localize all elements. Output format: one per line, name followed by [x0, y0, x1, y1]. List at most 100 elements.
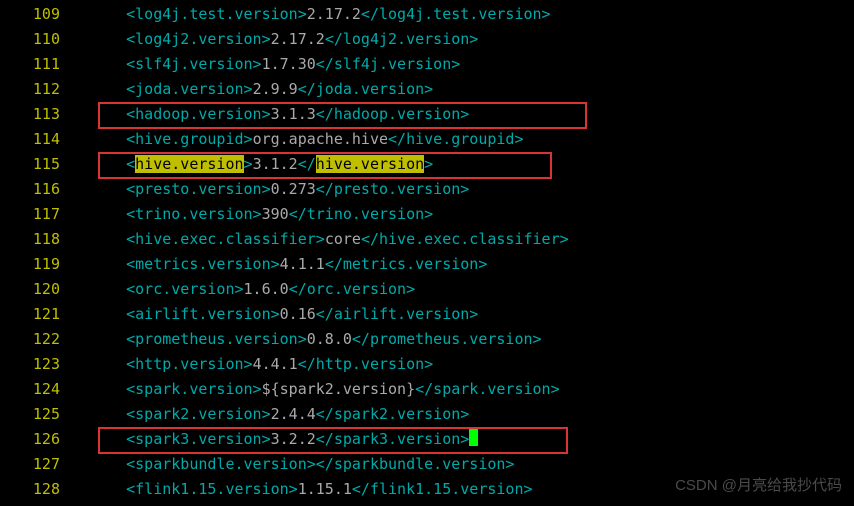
- xml-text: 4.1.1: [280, 255, 325, 273]
- code-content: <hive.exec.classifier>core</hive.exec.cl…: [90, 227, 569, 252]
- code-content: <airlift.version>0.16</airlift.version>: [90, 302, 478, 327]
- xml-tag: </spark2.version>: [316, 405, 470, 423]
- code-content: <log4j2.version>2.17.2</log4j2.version>: [90, 27, 478, 52]
- line-number: 120: [0, 277, 90, 302]
- xml-text: core: [325, 230, 361, 248]
- code-line: 119 <metrics.version>4.1.1</metrics.vers…: [0, 252, 854, 277]
- xml-text: 3.1.3: [271, 105, 316, 123]
- xml-text: 2.17.2: [307, 5, 361, 23]
- code-line: 110 <log4j2.version>2.17.2</log4j2.versi…: [0, 27, 854, 52]
- line-number: 127: [0, 452, 90, 477]
- line-number: 125: [0, 402, 90, 427]
- xml-text: 3.2.2: [271, 430, 316, 448]
- xml-tag: <: [90, 155, 135, 173]
- cursor: [469, 428, 478, 446]
- line-number: 109: [0, 2, 90, 27]
- code-content: <hadoop.version>3.1.3</hadoop.version>: [90, 102, 469, 127]
- xml-text: 0.16: [280, 305, 316, 323]
- xml-tag: </flink1.15.version>: [352, 480, 533, 498]
- code-line: 112 <joda.version>2.9.9</joda.version>: [0, 77, 854, 102]
- xml-text: 2.17.2: [271, 30, 325, 48]
- xml-tag: <spark.version>: [90, 380, 262, 398]
- xml-tag: <spark2.version>: [90, 405, 271, 423]
- xml-tag: </log4j2.version>: [325, 30, 479, 48]
- xml-tag: <airlift.version>: [90, 305, 280, 323]
- xml-tag: <metrics.version>: [90, 255, 280, 273]
- code-content: <hive.groupid>org.apache.hive</hive.grou…: [90, 127, 524, 152]
- xml-text: 4.4.1: [253, 355, 298, 373]
- code-line: 123 <http.version>4.4.1</http.version>: [0, 352, 854, 377]
- code-editor: 109 <log4j.test.version>2.17.2</log4j.te…: [0, 0, 854, 502]
- code-line: 111 <slf4j.version>1.7.30</slf4j.version…: [0, 52, 854, 77]
- code-content: <log4j.test.version>2.17.2</log4j.test.v…: [90, 2, 551, 27]
- xml-tag: </joda.version>: [298, 80, 433, 98]
- xml-tag: <log4j2.version>: [90, 30, 271, 48]
- code-content: <sparkbundle.version></sparkbundle.versi…: [90, 452, 514, 477]
- line-number: 117: [0, 202, 90, 227]
- line-number: 116: [0, 177, 90, 202]
- code-line: 117 <trino.version>390</trino.version>: [0, 202, 854, 227]
- xml-tag: <spark3.version>: [90, 430, 271, 448]
- xml-tag: <log4j.test.version>: [90, 5, 307, 23]
- code-line: 120 <orc.version>1.6.0</orc.version>: [0, 277, 854, 302]
- watermark: CSDN @月亮给我抄代码: [675, 473, 842, 498]
- xml-tag: <slf4j.version>: [90, 55, 262, 73]
- xml-tag: </spark3.version>: [316, 430, 470, 448]
- line-number: 126: [0, 427, 90, 452]
- line-number: 121: [0, 302, 90, 327]
- xml-tag: </metrics.version>: [325, 255, 488, 273]
- code-content: <joda.version>2.9.9</joda.version>: [90, 77, 433, 102]
- xml-tag: >: [244, 155, 253, 173]
- xml-tag: </hadoop.version>: [316, 105, 470, 123]
- code-content: <http.version>4.4.1</http.version>: [90, 352, 433, 377]
- xml-text: 2.9.9: [253, 80, 298, 98]
- xml-tag: <sparkbundle.version></sparkbundle.versi…: [90, 455, 514, 473]
- xml-text: 2.4.4: [271, 405, 316, 423]
- line-number: 128: [0, 477, 90, 502]
- line-number: 118: [0, 227, 90, 252]
- xml-text: 0.273: [271, 180, 316, 198]
- line-number: 115: [0, 152, 90, 177]
- xml-text: 1.15.1: [298, 480, 352, 498]
- xml-text: 3.1.2: [253, 155, 298, 173]
- code-content: <slf4j.version>1.7.30</slf4j.version>: [90, 52, 460, 77]
- code-content: <spark.version>${spark2.version}</spark.…: [90, 377, 560, 402]
- code-content: <trino.version>390</trino.version>: [90, 202, 433, 227]
- xml-tag: <flink1.15.version>: [90, 480, 298, 498]
- xml-tag: <http.version>: [90, 355, 253, 373]
- code-line: 118 <hive.exec.classifier>core</hive.exe…: [0, 227, 854, 252]
- xml-tag: <joda.version>: [90, 80, 253, 98]
- line-number: 114: [0, 127, 90, 152]
- line-number: 113: [0, 102, 90, 127]
- xml-tag: <prometheus.version>: [90, 330, 307, 348]
- xml-text: org.apache.hive: [253, 130, 388, 148]
- code-content: <presto.version>0.273</presto.version>: [90, 177, 469, 202]
- xml-text: 1.6.0: [244, 280, 289, 298]
- highlight-text: hive.version: [316, 155, 424, 173]
- code-line: 122 <prometheus.version>0.8.0</prometheu…: [0, 327, 854, 352]
- code-line: 114 <hive.groupid>org.apache.hive</hive.…: [0, 127, 854, 152]
- xml-tag: </http.version>: [298, 355, 433, 373]
- code-line: 121 <airlift.version>0.16</airlift.versi…: [0, 302, 854, 327]
- xml-text: ${spark2.version}: [262, 380, 416, 398]
- line-number: 122: [0, 327, 90, 352]
- xml-tag: <hive.groupid>: [90, 130, 253, 148]
- line-number: 112: [0, 77, 90, 102]
- code-line: 109 <log4j.test.version>2.17.2</log4j.te…: [0, 2, 854, 27]
- code-line: 116 <presto.version>0.273</presto.versio…: [0, 177, 854, 202]
- xml-tag: <hadoop.version>: [90, 105, 271, 123]
- xml-tag: </prometheus.version>: [352, 330, 542, 348]
- xml-tag: <orc.version>: [90, 280, 244, 298]
- code-content: <hive.version>3.1.2</hive.version>: [90, 152, 433, 177]
- code-content: <spark2.version>2.4.4</spark2.version>: [90, 402, 469, 427]
- xml-tag: </airlift.version>: [316, 305, 479, 323]
- xml-tag: </: [298, 155, 316, 173]
- xml-tag: </orc.version>: [289, 280, 415, 298]
- code-line: 125 <spark2.version>2.4.4</spark2.versio…: [0, 402, 854, 427]
- line-number: 111: [0, 52, 90, 77]
- xml-text: 1.7.30: [262, 55, 316, 73]
- xml-tag: </slf4j.version>: [316, 55, 461, 73]
- line-number: 123: [0, 352, 90, 377]
- xml-tag: </hive.groupid>: [388, 130, 523, 148]
- line-number: 119: [0, 252, 90, 277]
